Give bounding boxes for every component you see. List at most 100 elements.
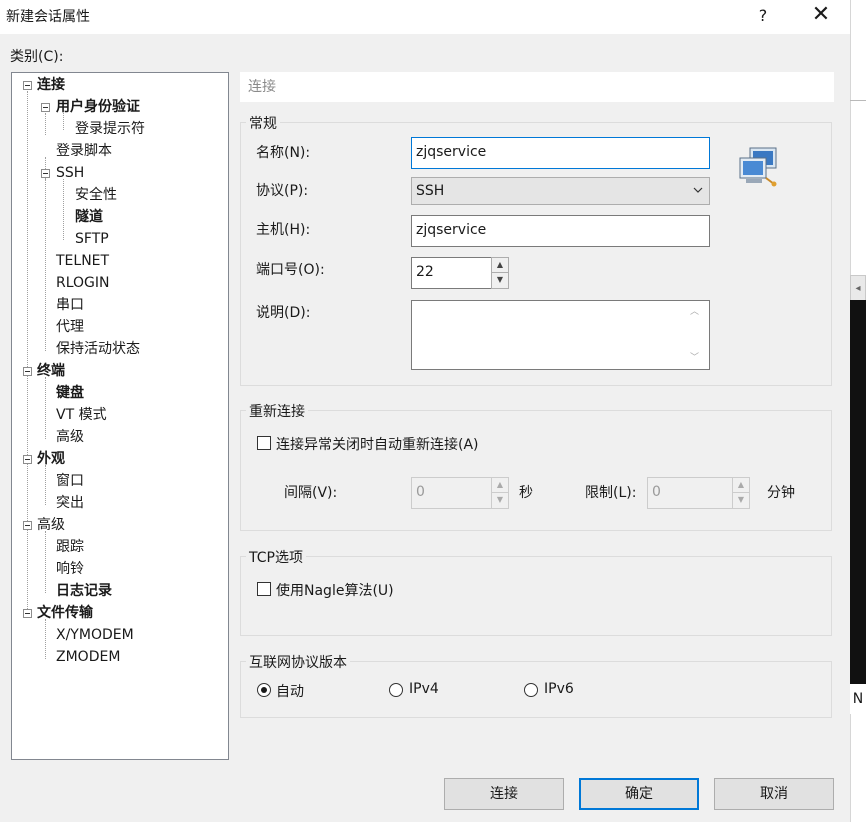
ip-version-group-title: 互联网协议版本 (246, 652, 350, 672)
tree-item-serial[interactable]: 串口 (56, 295, 84, 315)
tree-line (63, 179, 64, 240)
section-header: 连接 (240, 72, 834, 102)
tree-line (27, 91, 28, 611)
interval-spinner[interactable]: ▲ ▼ (491, 477, 509, 509)
general-group-title: 常规 (246, 113, 280, 133)
tree-line (45, 113, 46, 135)
tree-line (45, 619, 46, 659)
nagle-checkbox[interactable] (257, 582, 271, 596)
description-label: 说明(D): (256, 305, 311, 321)
tree-item-sftp[interactable]: SFTP (75, 229, 109, 249)
tree-item-rlogin[interactable]: RLOGIN (56, 273, 110, 293)
tree-item-tunnel[interactable]: 隧道 (75, 207, 103, 227)
tree-item-auth[interactable]: 用户身份验证 (56, 97, 140, 117)
category-label: 类别(C): (10, 49, 64, 65)
tree-item-zmodem[interactable]: ZMODEM (56, 647, 120, 667)
scroll-down-icon[interactable]: ﹀ (690, 350, 699, 363)
spin-down-icon[interactable]: ▼ (733, 493, 749, 508)
spin-up-icon[interactable]: ▲ (492, 258, 508, 273)
tree-item-logging[interactable]: 日志记录 (56, 581, 112, 601)
spin-down-icon[interactable]: ▼ (492, 493, 508, 508)
port-label: 端口号(O): (256, 262, 325, 278)
ipv4-radio[interactable] (389, 683, 403, 697)
auto-reconnect-label[interactable]: 连接异常关闭时自动重新连接(A) (276, 434, 479, 454)
spin-down-icon[interactable]: ▼ (492, 273, 508, 288)
ip-auto-radio[interactable] (257, 683, 271, 697)
interval-label: 间隔(V): (284, 485, 338, 501)
nagle-label[interactable]: 使用Nagle算法(U) (276, 580, 394, 600)
tree-item-file-transfer[interactable]: 文件传输 (37, 603, 93, 623)
tree-item-terminal-advanced[interactable]: 高级 (56, 427, 84, 447)
protocol-label: 协议(P): (256, 183, 309, 199)
host-label: 主机(H): (256, 222, 311, 238)
tree-item-security[interactable]: 安全性 (75, 185, 117, 205)
network-computer-icon (739, 147, 777, 187)
tree-item-login-script[interactable]: 登录脚本 (56, 141, 112, 161)
port-input[interactable]: 22 (411, 257, 492, 289)
tree-item-window[interactable]: 窗口 (56, 471, 84, 491)
tree-item-trace[interactable]: 跟踪 (56, 537, 84, 557)
interval-unit: 秒 (519, 485, 533, 501)
host-input[interactable]: zjqservice (411, 215, 710, 247)
ok-button[interactable]: 确定 (579, 778, 699, 810)
tree-line (45, 465, 46, 505)
tree-item-bell[interactable]: 响铃 (56, 559, 84, 579)
tree-item-telnet[interactable]: TELNET (56, 251, 109, 271)
background-collapse-tab: ◂ (850, 275, 866, 303)
connect-button[interactable]: 连接 (444, 778, 564, 810)
ipv6-label[interactable]: IPv6 (544, 681, 574, 697)
tree-line (45, 179, 46, 351)
collapse-icon[interactable] (23, 367, 32, 376)
ipv4-label[interactable]: IPv4 (409, 681, 439, 697)
tree-item-vt-mode[interactable]: VT 模式 (56, 405, 107, 425)
tree-item-keyboard[interactable]: 键盘 (56, 383, 84, 403)
ip-auto-label[interactable]: 自动 (276, 681, 304, 701)
limit-label: 限制(L): (585, 485, 637, 501)
chevron-down-icon (693, 187, 703, 193)
tree-item-xymodem[interactable]: X/YMODEM (56, 625, 134, 645)
close-button[interactable]: ✕ (806, 0, 836, 32)
auto-reconnect-checkbox[interactable] (257, 436, 271, 450)
description-textarea[interactable] (411, 300, 710, 370)
tree-item-proxy[interactable]: 代理 (56, 317, 84, 337)
limit-unit: 分钟 (767, 485, 795, 501)
tree-item-keepalive[interactable]: 保持活动状态 (56, 339, 140, 359)
cancel-button[interactable]: 取消 (714, 778, 834, 810)
ipv6-radio[interactable] (524, 683, 538, 697)
tree-item-highlight[interactable]: 突出 (56, 493, 84, 513)
tree-item-connection[interactable]: 连接 (37, 75, 65, 95)
collapse-icon[interactable] (23, 609, 32, 618)
tree-item-login-prompt[interactable]: 登录提示符 (75, 119, 145, 139)
reconnect-group (240, 410, 832, 531)
tree-item-ssh[interactable]: SSH (56, 163, 84, 183)
scroll-up-icon[interactable]: ︿ (690, 304, 699, 317)
limit-input[interactable]: 0 (647, 477, 733, 509)
tree-line (45, 531, 46, 593)
collapse-icon[interactable] (23, 81, 32, 90)
tree-item-advanced[interactable]: 高级 (37, 515, 65, 535)
background-divider (850, 100, 866, 101)
collapse-icon[interactable] (23, 455, 32, 464)
name-label: 名称(N): (256, 145, 311, 161)
tcp-group-title: TCP选项 (246, 547, 306, 567)
name-input[interactable]: zjqservice (411, 137, 710, 169)
window-title: 新建会话属性 (6, 9, 90, 25)
collapse-icon[interactable] (23, 521, 32, 530)
protocol-value: SSH (416, 183, 445, 199)
spin-up-icon[interactable]: ▲ (492, 478, 508, 493)
limit-spinner[interactable]: ▲ ▼ (732, 477, 750, 509)
help-button[interactable]: ? (752, 2, 774, 30)
interval-input[interactable]: 0 (411, 477, 492, 509)
background-text: N (850, 684, 866, 714)
port-spinner[interactable]: ▲ ▼ (491, 257, 509, 289)
protocol-select[interactable]: SSH (411, 177, 710, 205)
tree-line (45, 377, 46, 439)
collapse-icon[interactable] (41, 169, 50, 178)
spin-up-icon[interactable]: ▲ (733, 478, 749, 493)
category-tree[interactable]: 连接 用户身份验证 登录提示符 登录脚本 SSH 安全性 隧道 SFTP TEL… (11, 72, 229, 760)
background-terminal (850, 300, 866, 712)
tree-item-appearance[interactable]: 外观 (37, 449, 65, 469)
collapse-icon[interactable] (41, 103, 50, 112)
reconnect-group-title: 重新连接 (246, 401, 308, 421)
tree-item-terminal[interactable]: 终端 (37, 361, 65, 381)
